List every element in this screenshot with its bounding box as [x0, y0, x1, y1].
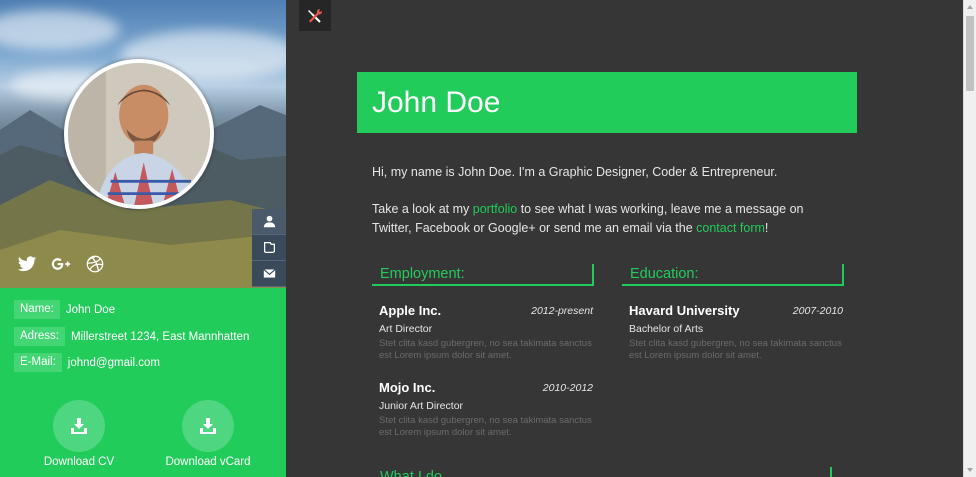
employment-heading: Employment:: [372, 264, 594, 286]
employment-entry: Mojo Inc. 2010-2012 Junior Art Director …: [379, 380, 593, 439]
intro-paragraph: Take a look at my portfolio to see what …: [372, 200, 842, 238]
entry-date: 2012-present: [531, 305, 593, 317]
employment-entry: Apple Inc. 2012-present Art Director Ste…: [379, 303, 593, 362]
side-tab-contact[interactable]: [252, 261, 286, 287]
contact-form-link[interactable]: contact form: [696, 221, 765, 235]
employment-heading-label: Employment:: [380, 266, 465, 282]
entry-role: Art Director: [379, 323, 433, 335]
download-vcard-label: Download vCard: [165, 456, 251, 468]
side-tab-portfolio[interactable]: [252, 235, 286, 261]
intro-line: Hi, my name is John Doe. I'm a Graphic D…: [372, 165, 778, 179]
entry-date: 2007-2010: [792, 305, 843, 317]
portfolio-link[interactable]: portfolio: [473, 202, 517, 216]
download-cv-circle: [53, 400, 105, 452]
download-cv-button[interactable]: Download CV: [24, 400, 134, 468]
entry-description: Stet clita kasd gubergren, no sea takima…: [379, 338, 592, 361]
tools-button[interactable]: [299, 0, 331, 31]
scroll-down-icon[interactable]: [967, 468, 973, 472]
download-icon: [200, 418, 216, 434]
contact-email-key: E-Mail:: [14, 353, 62, 372]
intro-text: Take a look at my: [372, 202, 473, 216]
tools-icon: [308, 8, 323, 23]
twitter-icon[interactable]: [16, 253, 38, 275]
contact-address-value: Millerstreet 1234, East Mannhatten: [71, 330, 250, 343]
sidebar: Name: John Doe Adress: Millerstreet 1234…: [0, 0, 286, 477]
side-tab-menu: [252, 209, 286, 287]
education-heading-label: Education:: [630, 266, 699, 282]
download-cv-label: Download CV: [43, 456, 115, 468]
what-i-do-heading-label: What I do: [380, 469, 443, 477]
entry-role: Junior Art Director: [379, 400, 464, 412]
download-icon: [71, 418, 87, 434]
entry-date: 2010-2012: [542, 382, 593, 394]
dribbble-icon[interactable]: [84, 253, 106, 275]
contact-address-row: Adress: Millerstreet 1234, East Mannhatt…: [14, 327, 249, 346]
download-vcard-button[interactable]: Download vCard: [153, 400, 263, 468]
mail-icon: [262, 268, 276, 278]
portfolio-icon: [263, 242, 275, 253]
page-title: John Doe: [372, 86, 501, 119]
entry-role: Bachelor of Arts: [629, 323, 704, 335]
entry-description: Stet clita kasd gubergren, no sea takima…: [629, 338, 842, 361]
user-icon: [263, 215, 275, 228]
contact-address-key: Adress:: [14, 327, 65, 346]
side-tab-about[interactable]: [252, 209, 286, 235]
contact-name-row: Name: John Doe: [14, 300, 115, 319]
name-banner: John Doe: [357, 72, 857, 133]
google-plus-icon[interactable]: [50, 253, 72, 275]
heading-border: [830, 467, 832, 477]
intro-text: !: [764, 221, 769, 235]
scroll-thumb[interactable]: [966, 16, 974, 91]
social-links: [16, 253, 106, 275]
education-entry: Havard University 2007-2010 Bachelor of …: [629, 303, 843, 362]
entry-description: Stet clita kasd gubergren, no sea takima…: [379, 415, 592, 438]
contact-email-row: E-Mail: johnd@gmail.com: [14, 353, 160, 372]
profile-photo: [64, 59, 214, 209]
scroll-up-icon[interactable]: [967, 5, 973, 9]
contact-name-key: Name:: [14, 300, 60, 319]
contact-name-value: John Doe: [65, 303, 116, 316]
education-heading: Education:: [622, 264, 844, 286]
contact-email-value[interactable]: johnd@gmail.com: [68, 357, 160, 369]
page-scrollbar[interactable]: [963, 0, 976, 477]
what-i-do-heading: What I do: [372, 467, 832, 477]
download-vcard-circle: [182, 400, 234, 452]
